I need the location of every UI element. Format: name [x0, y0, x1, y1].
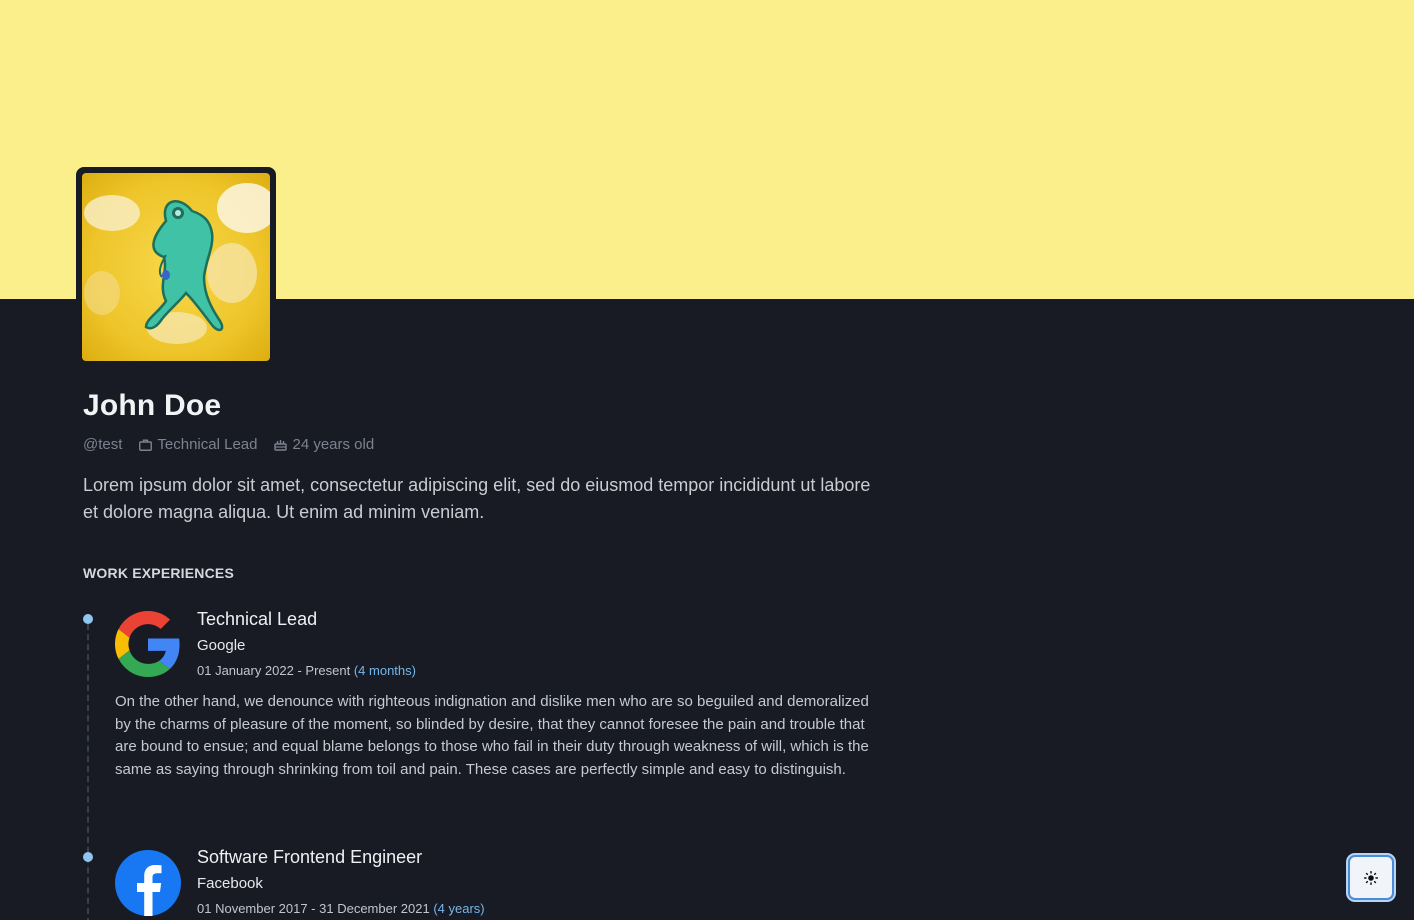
timeline-dot	[83, 614, 93, 624]
facebook-logo-icon	[115, 850, 181, 916]
profile-name: John Doe	[83, 389, 222, 422]
avatar	[82, 173, 270, 361]
google-logo-icon	[115, 611, 181, 677]
username: @test	[83, 436, 123, 453]
profile-bio: Lorem ipsum dolor sit amet, consectetur …	[83, 475, 871, 522]
sun-icon	[1364, 870, 1378, 885]
experience-company: Facebook	[197, 875, 263, 892]
experience-dates: 01 January 2022 - Present (4 months)	[197, 663, 416, 678]
position-item: Technical Lead	[139, 436, 257, 453]
experience-title: Technical Lead	[197, 609, 318, 629]
work-experiences-heading: WORK EXPERIENCES	[83, 565, 234, 581]
age-label: 24 years old	[292, 436, 375, 453]
experience-dates: 01 November 2017 - 31 December 2021 (4 y…	[197, 901, 485, 916]
experience-date-range: 01 November 2017 - 31 December 2021	[197, 901, 430, 916]
experience-date-range: 01 January 2022 - Present	[197, 663, 351, 678]
age-item: 24 years old	[274, 436, 374, 453]
experience-title: Software Frontend Engineer	[197, 847, 423, 867]
briefcase-icon	[139, 439, 153, 451]
timeline-dot	[83, 852, 93, 862]
avatar-frame	[76, 167, 276, 367]
experience-company: Google	[197, 637, 246, 654]
profile-meta: @test Technical Lead 24 years old	[83, 436, 391, 453]
experience-duration: (4 months)	[353, 663, 416, 678]
cake-icon	[274, 440, 288, 451]
experience-duration: (4 years)	[433, 901, 485, 916]
theme-toggle-button[interactable]	[1348, 855, 1394, 900]
experience-description: On the other hand, we denounce with righ…	[115, 693, 869, 778]
position-label: Technical Lead	[157, 436, 258, 453]
timeline-line	[87, 624, 89, 920]
